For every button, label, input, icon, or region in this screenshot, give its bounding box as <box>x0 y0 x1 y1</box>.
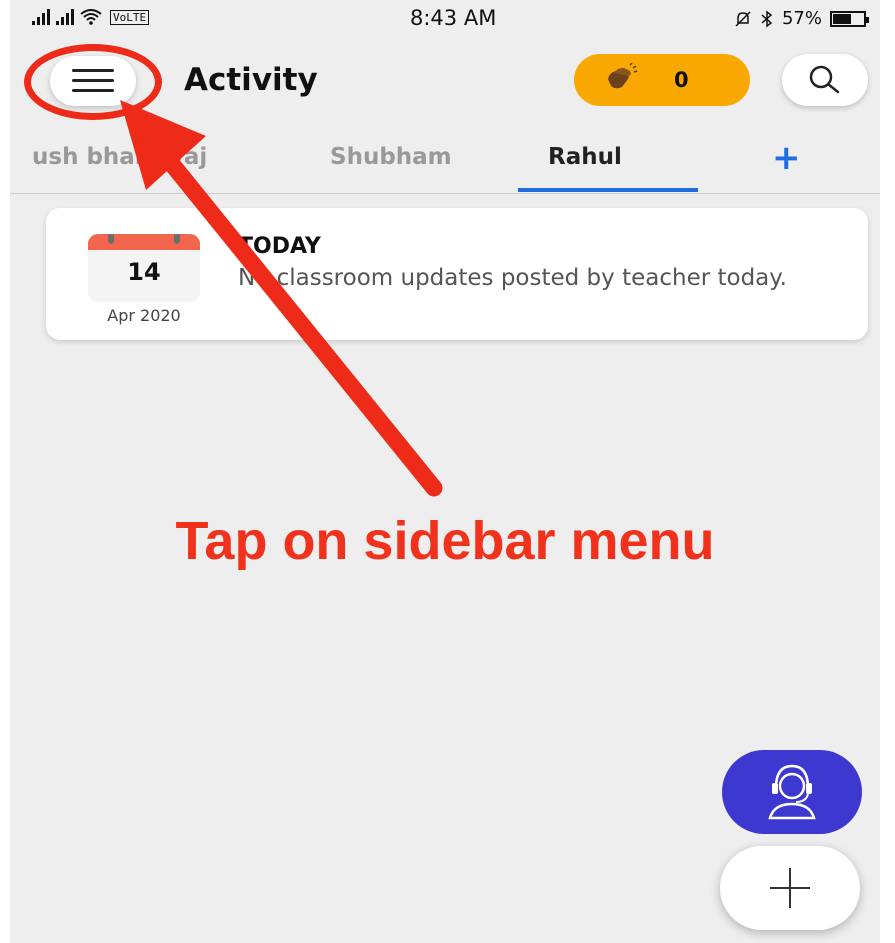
app-screen: VoLTE 8:43 AM 57% Activity 0 ush bhardwa… <box>10 0 880 943</box>
support-chat-button[interactable] <box>722 750 862 834</box>
instruction-text: Tap on sidebar menu <box>175 511 715 571</box>
headset-agent-icon <box>768 764 816 820</box>
add-activity-button[interactable] <box>720 846 860 930</box>
annotation-arrow <box>120 100 443 497</box>
